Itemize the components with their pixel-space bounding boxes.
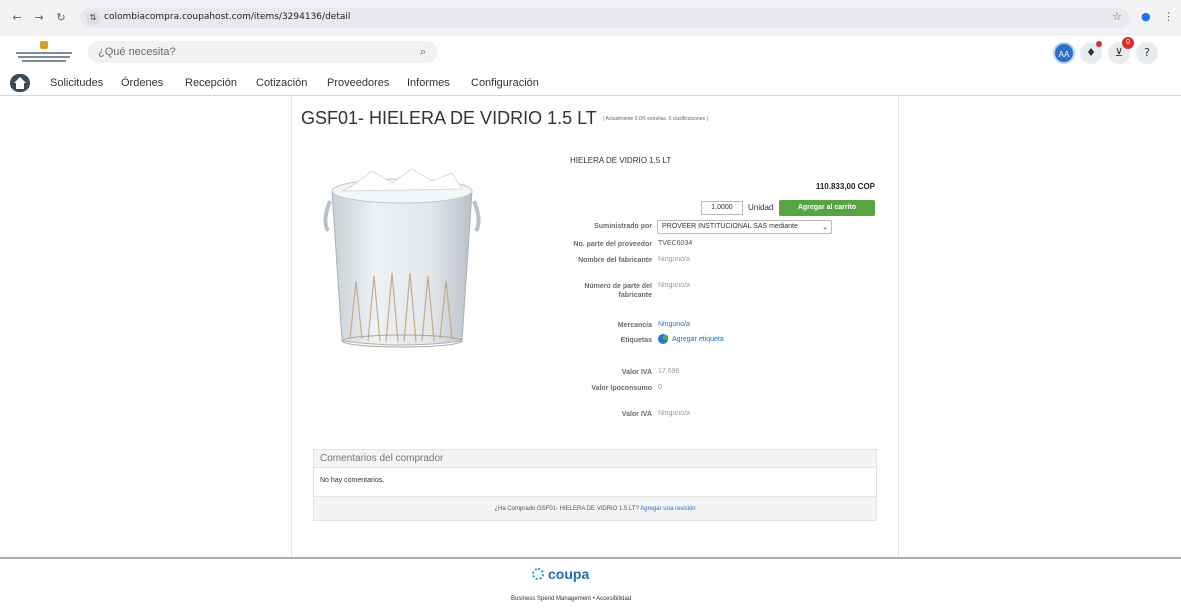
- browser-menu-icon[interactable]: ⋮: [1163, 10, 1174, 23]
- add-review-link[interactable]: Agregar una revisión: [640, 506, 695, 512]
- supplier-select[interactable]: PROVEER INSTITUCIONAL SAS mediante ⌄: [657, 220, 832, 234]
- url-text: colombiacompra.coupahost.com/items/32941…: [104, 12, 351, 22]
- add-to-cart-button[interactable]: Agregar al carrito: [779, 200, 875, 216]
- tag-icon[interactable]: [658, 334, 668, 344]
- home-icon[interactable]: [10, 74, 30, 92]
- app-header: ¿Qué necesita? ⌕ AA ♦ ⊻ 0 ?: [0, 36, 1181, 70]
- avatar[interactable]: AA: [1053, 42, 1075, 64]
- commodity-label: Mercancía: [617, 322, 652, 329]
- buyer-comments-section: Comentarios del comprador No hay comenta…: [313, 449, 877, 521]
- reload-icon[interactable]: ↻: [54, 11, 68, 25]
- rating-note: ( Actualmente 0.0/5 estrellas, 0 clasifi…: [602, 116, 709, 123]
- supplied-by-label: Suministrado por: [594, 223, 652, 230]
- comments-empty-text: No hay comentarios.: [320, 477, 385, 484]
- forward-arrow-icon[interactable]: →: [32, 11, 46, 25]
- vat-label: Valor IVA: [621, 369, 652, 376]
- logo-emblem: [40, 41, 48, 49]
- vat2-label: Valor IVA: [621, 411, 652, 418]
- site-info-icon[interactable]: ⇅: [86, 11, 100, 25]
- coupa-logo-icon: [532, 568, 544, 580]
- menu-item-ordenes[interactable]: Órdenes: [121, 77, 163, 89]
- manufacturer-part-label: Número de parte del fabricante: [584, 283, 652, 299]
- notification-dot: [1096, 41, 1102, 47]
- bookmark-star-icon[interactable]: ☆: [1112, 10, 1122, 23]
- menu-item-recepcion[interactable]: Recepción: [185, 77, 237, 89]
- footer-links[interactable]: Business Spend Management • Accesibilida…: [511, 596, 631, 602]
- product-image: [312, 161, 492, 351]
- search-input[interactable]: ¿Qué necesita? ⌕: [88, 41, 438, 63]
- menu-item-configuracion[interactable]: Configuración: [471, 77, 539, 89]
- search-icon[interactable]: ⌕: [420, 45, 426, 59]
- main-menu: Solicitudes Órdenes Recepción Cotización…: [0, 70, 1181, 96]
- item-detail-panel: GSF01- HIELERA DE VIDRIO 1.5 LT ( Actualm…: [291, 96, 899, 558]
- item-description: HIELERA DE VIDRIO 1.5 LT: [570, 156, 672, 165]
- menu-item-cotizacion[interactable]: Cotización: [256, 77, 307, 89]
- search-placeholder: ¿Qué necesita?: [98, 46, 176, 58]
- unit-label: Unidad: [748, 203, 774, 212]
- vat-value: 17.696: [658, 368, 680, 375]
- agency-logo[interactable]: [14, 41, 74, 65]
- coupa-brand-text: coupa: [548, 566, 590, 582]
- address-bar[interactable]: ⇅ colombiacompra.coupahost.com/items/329…: [80, 8, 1130, 28]
- item-price: 110.833,00 COP: [815, 182, 875, 191]
- add-tag-link[interactable]: Agregar etiqueta: [672, 336, 724, 343]
- manufacturer-name-label: Nombre del fabricante: [578, 257, 652, 264]
- menu-item-solicitudes[interactable]: Solicitudes: [50, 77, 103, 89]
- quantity-input[interactable]: 1,0000: [701, 201, 743, 215]
- coupa-logo[interactable]: coupa: [532, 566, 590, 582]
- supplier-select-value: PROVEER INSTITUCIONAL SAS mediante: [662, 223, 798, 230]
- footer-divider: [0, 557, 1181, 559]
- vat2-value: Ninguno/a: [658, 410, 690, 417]
- tags-label: Etiquetas: [620, 337, 652, 344]
- consumption-tax-value: 0: [658, 384, 662, 391]
- ice-bucket-image: [323, 168, 481, 348]
- supplier-part-label: No. parte del proveedor: [573, 241, 652, 248]
- manufacturer-part-value: Ninguno/a: [658, 282, 690, 289]
- browser-toolbar: ← → ↻ ⇅ colombiacompra.coupahost.com/ite…: [0, 0, 1181, 36]
- consumption-tax-label: Valor Ipoconsumo: [591, 385, 652, 392]
- profile-icon[interactable]: ●: [1141, 10, 1151, 23]
- chevron-down-icon: ⌄: [822, 223, 828, 231]
- review-prompt: ¿Ha Comprado GSF01- HIELERA DE VIDRIO 1.…: [314, 496, 876, 520]
- commodity-value[interactable]: Ninguno/a: [658, 321, 690, 328]
- item-title: GSF01- HIELERA DE VIDRIO 1.5 LT: [301, 108, 597, 128]
- page-title: GSF01- HIELERA DE VIDRIO 1.5 LT ( Actualm…: [301, 108, 708, 129]
- cart-badge: 0: [1122, 37, 1134, 49]
- menu-item-proveedores[interactable]: Proveedores: [327, 77, 389, 89]
- menu-item-informes[interactable]: Informes: [407, 77, 450, 89]
- supplier-part-value: TVEC6034: [658, 240, 693, 247]
- manufacturer-name-value: Ninguno/a: [658, 256, 690, 263]
- back-arrow-icon[interactable]: ←: [10, 11, 24, 25]
- help-icon[interactable]: ?: [1136, 42, 1158, 64]
- review-question: ¿Ha Comprado GSF01- HIELERA DE VIDRIO 1.…: [494, 506, 639, 512]
- comments-heading: Comentarios del comprador: [314, 450, 876, 468]
